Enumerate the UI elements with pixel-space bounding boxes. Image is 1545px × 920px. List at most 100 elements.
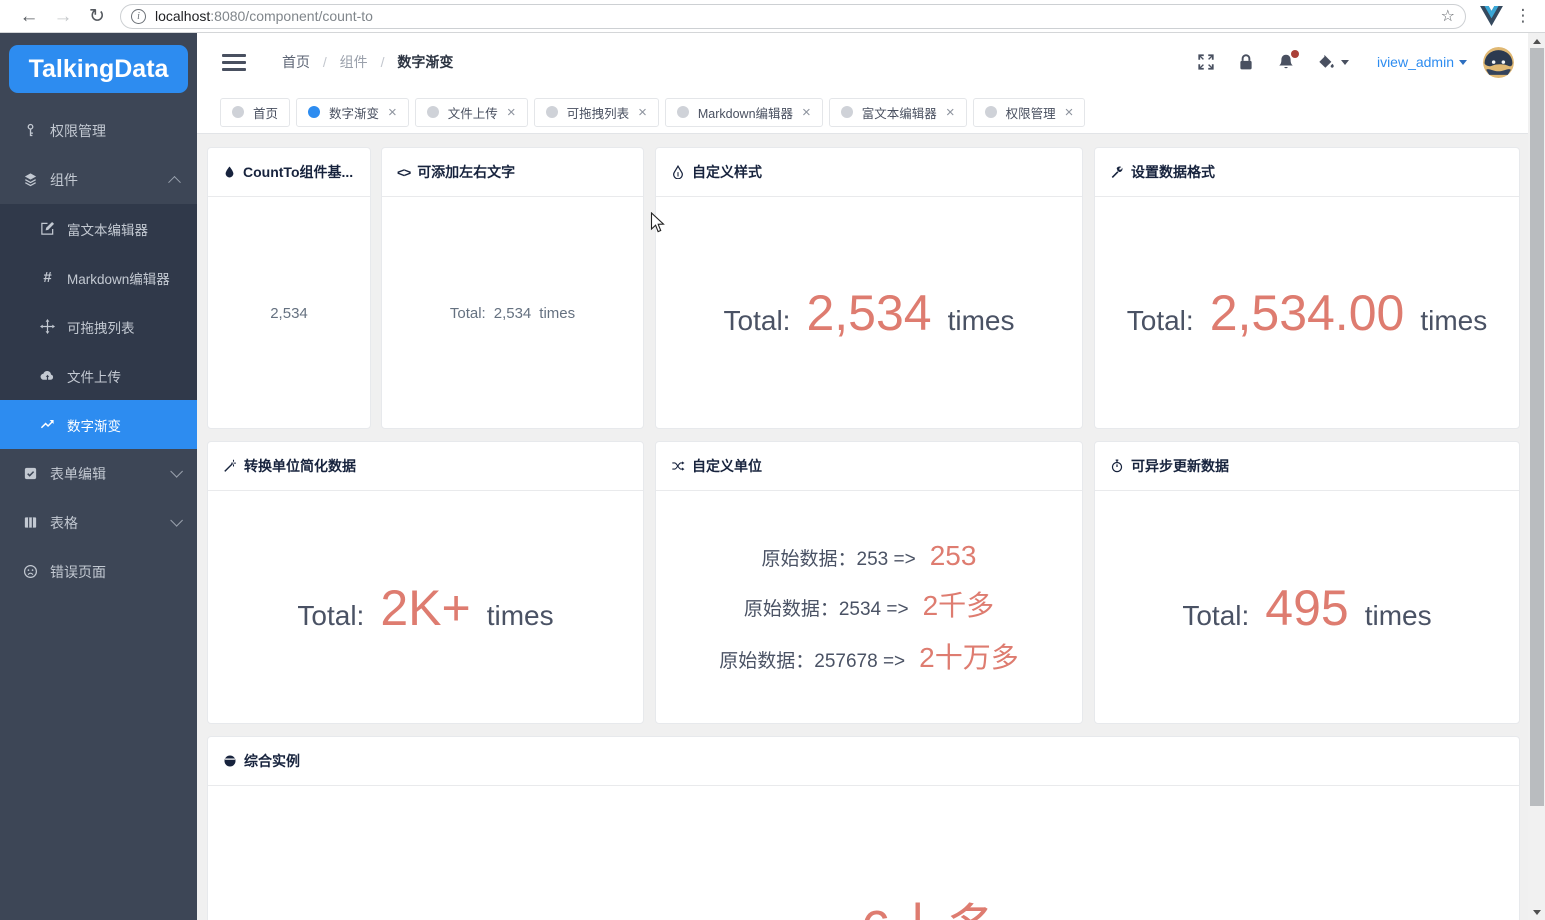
app-logo[interactable]: TalkingData <box>9 45 188 93</box>
address-bar[interactable]: i localhost:8080/component/count-to ☆ <box>120 3 1466 29</box>
stat-number: 2,534 <box>806 285 932 341</box>
tag-file-upload[interactable]: 文件上传 × <box>414 97 528 127</box>
chevron-down-icon <box>170 514 183 527</box>
card-countto-basic: CountTo组件基... 2,534 <box>207 147 371 429</box>
sidebar-item-error-pages[interactable]: 错误页面 <box>0 547 197 596</box>
tag-close-icon[interactable]: × <box>638 105 647 120</box>
tag-label: 富文本编辑器 <box>861 106 937 121</box>
browser-forward-icon[interactable]: → <box>46 7 80 26</box>
tag-richtext-editor[interactable]: 富文本编辑器 × <box>828 97 967 127</box>
edit-icon <box>41 221 55 235</box>
url-host: localhost <box>155 8 211 24</box>
card-countto-affix: <> 可添加左右文字 Total: 2,534 times <box>381 147 644 429</box>
tag-close-icon[interactable]: × <box>1065 105 1074 120</box>
tag-markdown-editor[interactable]: Markdown编辑器 × <box>664 97 823 127</box>
tag-label: 权限管理 <box>1005 106 1056 121</box>
sidebar-item-richtext-editor[interactable]: 富文本编辑器 <box>0 204 197 253</box>
stat-number: 2,534.00 <box>1209 285 1405 341</box>
stat-prefix: Total: <box>1182 599 1250 631</box>
sidebar-item-table[interactable]: 表格 <box>0 498 197 547</box>
tag-close-icon[interactable]: × <box>946 105 955 120</box>
drop-icon <box>225 166 234 178</box>
card-countto-simplify: 转换单位简化数据 Total: 2K+ times <box>207 441 644 724</box>
tag-close-icon[interactable]: × <box>388 105 397 120</box>
lock-icon[interactable] <box>1237 53 1255 71</box>
stat-prefix: Total: <box>1126 305 1194 336</box>
layers-icon <box>24 173 37 187</box>
breadcrumb-separator: / <box>380 54 385 70</box>
sidebar-item-markdown-editor[interactable]: # Markdown编辑器 <box>0 253 197 302</box>
table-icon <box>24 517 37 528</box>
stat-prefix: Total: <box>723 305 791 336</box>
count-to-stat: Total: 2,534.00 times <box>1127 284 1487 342</box>
sidebar-item-file-upload[interactable]: 文件上传 <box>0 351 197 400</box>
sad-face-icon <box>23 564 38 579</box>
tag-close-icon[interactable]: × <box>802 105 811 120</box>
page-scrollbar[interactable] <box>1528 33 1545 920</box>
sidebar-item-label: 文件上传 <box>67 369 121 385</box>
breadcrumb-home[interactable]: 首页 <box>282 54 310 70</box>
browser-back-icon[interactable]: ← <box>12 7 46 26</box>
key-icon <box>27 123 34 137</box>
browser-reload-icon[interactable]: ↻ <box>80 7 114 26</box>
chevron-down-icon <box>170 465 183 478</box>
sidebar-item-label: 数字渐变 <box>67 418 121 434</box>
tag-dot-icon <box>545 106 558 118</box>
caret-down-icon <box>1459 59 1467 65</box>
card-countto-style: 自定义样式 Total: 2,534 times <box>655 147 1083 429</box>
app-header: 首页 / 组件 / 数字渐变 iview_admin <box>197 33 1528 91</box>
tag-close-icon[interactable]: × <box>507 105 516 120</box>
hash-icon: # <box>43 269 52 286</box>
opened-tags-bar: 首页 数字渐变 × 文件上传 × 可拖拽列表 × Markdown编辑器 × 富文本编辑… <box>197 91 1528 134</box>
sidebar: TalkingData 权限管理 组件 富文本编辑器 # Markdown编辑器… <box>0 33 197 920</box>
page-info-icon[interactable]: i <box>131 8 146 24</box>
bookmark-star-icon[interactable]: ☆ <box>1441 6 1455 26</box>
checkbox-icon <box>24 467 37 480</box>
breadcrumb-current: 数字渐变 <box>397 54 454 70</box>
sidebar-item-draggable-list[interactable]: 可拖拽列表 <box>0 302 197 351</box>
shuffle-icon <box>672 461 685 471</box>
move-icon <box>40 319 55 334</box>
tag-count-to[interactable]: 数字渐变 × <box>296 97 409 127</box>
theme-switch-icon[interactable] <box>1317 54 1349 71</box>
code-icon: <> <box>397 164 411 180</box>
tag-draggable-list[interactable]: 可拖拽列表 × <box>533 97 659 127</box>
breadcrumb-components[interactable]: 组件 <box>340 54 368 70</box>
vue-devtools-icon[interactable] <box>1480 6 1503 26</box>
notifications-bell-icon[interactable] <box>1277 50 1299 71</box>
row-value: 253 <box>929 539 977 571</box>
globe-icon <box>224 755 236 767</box>
sidebar-item-access[interactable]: 权限管理 <box>0 106 197 155</box>
tag-home[interactable]: 首页 <box>220 97 291 127</box>
stat-number: 495 <box>1265 579 1349 636</box>
row-label: 原始数据：2534 => <box>743 598 909 620</box>
trending-up-icon <box>40 420 54 429</box>
tag-label: 可拖拽列表 <box>566 106 630 121</box>
scrollbar-up-icon[interactable] <box>1528 33 1545 49</box>
breadcrumb-separator: / <box>322 54 327 70</box>
wand-icon <box>224 459 236 472</box>
tag-access[interactable]: 权限管理 × <box>972 97 1086 127</box>
sidebar-item-count-to[interactable]: 数字渐变 <box>0 400 197 449</box>
count-to-stat: Total: 495 times <box>1182 579 1431 637</box>
stat-suffix: times <box>486 599 554 631</box>
card-countto-async: 可异步更新数据 Total: 495 times <box>1094 441 1520 724</box>
scrollbar-down-icon[interactable] <box>1528 904 1545 920</box>
card-title: 可异步更新数据 <box>1131 458 1229 474</box>
card-countto-unit: 自定义单位 原始数据：253 => 253 原始数据：2534 => 2千多 原始数… <box>655 441 1083 724</box>
tag-dot-icon <box>232 106 244 118</box>
user-menu[interactable]: iview_admin <box>1377 54 1467 70</box>
url-text[interactable]: localhost:8080/component/count-to <box>155 8 1441 24</box>
card-title: 转换单位简化数据 <box>244 458 356 474</box>
fullscreen-icon[interactable] <box>1197 53 1215 71</box>
sidebar-item-form-editor[interactable]: 表单编辑 <box>0 449 197 498</box>
scrollbar-thumb[interactable] <box>1529 48 1544 806</box>
avatar[interactable] <box>1483 46 1514 78</box>
browser-menu-icon[interactable]: ⋮ <box>1513 6 1533 26</box>
mouse-cursor <box>650 212 665 233</box>
tag-dot-icon <box>426 106 439 118</box>
sidebar-toggle-icon[interactable] <box>222 50 246 75</box>
sidebar-item-label: 富文本编辑器 <box>67 222 148 238</box>
unit-row: 原始数据：2534 => 2千多 <box>744 584 994 624</box>
sidebar-item-components[interactable]: 组件 <box>0 155 197 204</box>
